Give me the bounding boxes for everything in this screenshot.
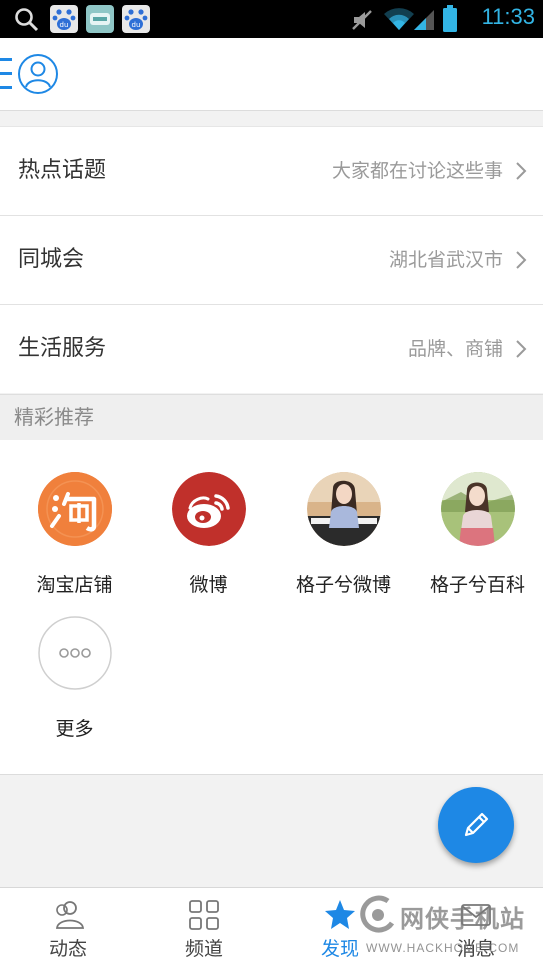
tab-discover[interactable]: 发现 (272, 888, 408, 967)
top-bar (0, 38, 543, 111)
menu-row-label: 热点话题 (18, 158, 107, 183)
status-bar: du du 11:33 (0, 0, 543, 38)
rec-item-weibo[interactable]: 微博 (141, 472, 276, 597)
people-icon (56, 901, 84, 929)
bottom-nav: 动态 频道 发现 消息 (0, 887, 543, 967)
tab-label: 消息 (456, 938, 495, 960)
rec-item-label: 淘宝店铺 (36, 574, 113, 596)
section-header: 精彩推荐 (0, 394, 543, 441)
battery-icon (443, 5, 457, 32)
rec-item-gezixi-baike[interactable]: 格子兮百科 (410, 472, 543, 597)
menu-row-city[interactable]: 同城会 湖北省武汉市 (0, 216, 543, 305)
menu-row-hot-topics[interactable]: 热点话题 大家都在讨论这些事 (0, 127, 543, 216)
rec-item-label: 格子兮微博 (295, 574, 391, 596)
rec-item-label: 微博 (189, 574, 228, 596)
mail-icon (461, 904, 491, 926)
rec-item-more[interactable]: 更多 (7, 616, 142, 741)
tab-label: 发现 (320, 938, 359, 960)
svg-text:du: du (60, 21, 69, 29)
tab-feed[interactable]: 动态 (0, 888, 136, 967)
menu-row-label: 生活服务 (18, 336, 107, 361)
search-icon (15, 8, 39, 32)
chevron-right-icon (516, 162, 527, 180)
menu-row-detail: 品牌、商铺 (407, 338, 503, 360)
tab-label: 动态 (48, 938, 87, 960)
avatar-photo (440, 472, 515, 546)
signal-icon (414, 10, 434, 30)
tab-label: 频道 (184, 938, 223, 960)
menu-row-detail: 大家都在讨论这些事 (331, 160, 503, 182)
taobao-icon (37, 472, 112, 546)
menu-row-detail: 湖北省武汉市 (388, 249, 503, 271)
menu-icon[interactable] (0, 56, 14, 92)
rec-item-taobao[interactable]: 淘宝店铺 (7, 472, 142, 597)
tab-messages[interactable]: 消息 (408, 888, 543, 967)
grid-icon (189, 900, 219, 930)
clock-time: 11:33 (481, 4, 535, 29)
user-avatar-icon[interactable] (17, 53, 59, 95)
baidu-paw-icon: du (50, 5, 78, 33)
compose-button[interactable] (438, 787, 514, 863)
app-icon (86, 5, 114, 33)
menu-row-life-services[interactable]: 生活服务 品牌、商铺 (0, 305, 543, 393)
avatar-photo (306, 472, 381, 546)
baidu-paw-icon: du (122, 5, 150, 33)
star-icon (325, 900, 355, 929)
svg-text:du: du (132, 21, 141, 29)
recommend-grid: 淘宝店铺 微博 格子兮微博 格子兮百科 更多 (0, 440, 543, 775)
mute-icon (352, 10, 372, 30)
menu-row-label: 同城会 (18, 247, 85, 272)
pencil-icon (464, 812, 489, 837)
rec-item-label: 更多 (55, 718, 94, 740)
wifi-icon (384, 8, 414, 31)
rec-item-label: 格子兮百科 (429, 574, 525, 596)
discover-menu: 热点话题 大家都在讨论这些事 同城会 湖北省武汉市 生活服务 品牌、商铺 (0, 126, 543, 393)
more-icon (37, 616, 112, 690)
weibo-icon (171, 472, 246, 546)
chevron-right-icon (516, 340, 527, 358)
rec-item-gezixi-weibo[interactable]: 格子兮微博 (276, 472, 411, 597)
section-title: 精彩推荐 (14, 405, 94, 429)
tab-channels[interactable]: 频道 (136, 888, 272, 967)
chevron-right-icon (516, 251, 527, 269)
